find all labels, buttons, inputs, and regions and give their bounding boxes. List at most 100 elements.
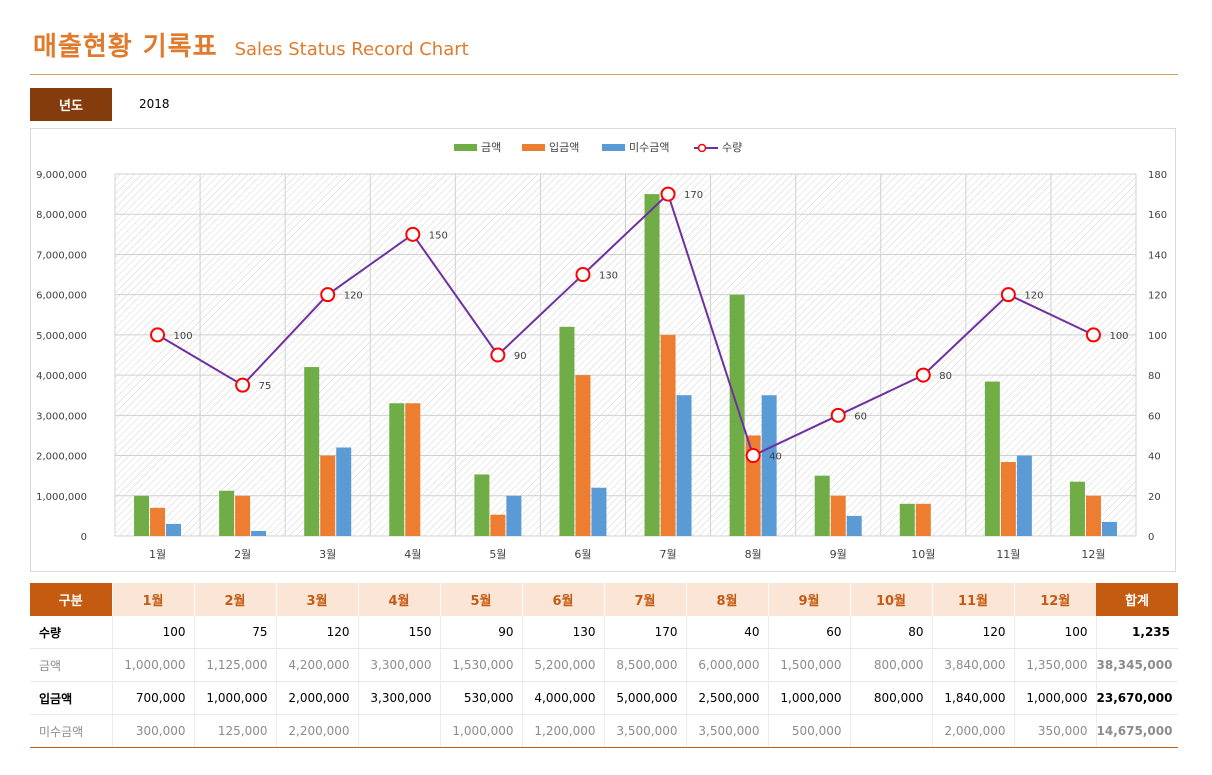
y-left-tick-label: 6,000,000 xyxy=(36,291,87,302)
table-cell: 3,500,000 xyxy=(685,714,768,748)
table-cell: 2,000,000 xyxy=(931,714,1014,748)
table-cell: 1,350,000 xyxy=(1013,648,1096,682)
bar-입금액 xyxy=(235,495,251,536)
data-label: 80 xyxy=(939,371,952,382)
x-tick-label: 7월 xyxy=(659,548,676,561)
sales-chart: 0 1,000,000 2,000,000 3,000,000 4,000,000 5,0… xyxy=(30,128,1176,572)
y-left-tick-label: 0 xyxy=(81,532,87,543)
table-cell: 1,000,000 xyxy=(1013,681,1096,715)
table-cell: 5,000,000 xyxy=(603,681,686,715)
y-left-tick-label: 7,000,000 xyxy=(36,250,87,261)
bar-입금액 xyxy=(575,375,591,536)
table-cell: 1,000,000 xyxy=(439,714,522,748)
bar-금액 xyxy=(814,475,830,536)
table-cell: 40 xyxy=(685,616,768,649)
x-tick-label: 10월 xyxy=(911,548,935,561)
table-cell: 75 xyxy=(193,616,276,649)
table-row: 미수금액 300,000 125,000 2,200,000 1,000,000 1,20… xyxy=(30,714,1178,748)
bar-금액 xyxy=(219,490,235,536)
y-right-tick-label: 40 xyxy=(1148,452,1161,463)
year-label: 년도 xyxy=(30,88,112,121)
table-corner-header: 구분 xyxy=(30,583,112,616)
y-right-tick-label: 60 xyxy=(1148,411,1161,422)
table-cell: 2,200,000 xyxy=(275,714,358,748)
data-label: 100 xyxy=(174,331,193,342)
year-value[interactable]: 2018 xyxy=(139,97,170,111)
line-point xyxy=(320,287,336,303)
month-header: 3월 xyxy=(275,583,358,616)
bar-입금액 xyxy=(1085,495,1101,536)
chart-canvas: 0 1,000,000 2,000,000 3,000,000 4,000,000 5,0… xyxy=(36,141,1167,561)
legend-marker xyxy=(697,143,707,153)
y-left-tick-label: 2,000,000 xyxy=(36,452,87,463)
bar-미수금액 xyxy=(846,515,862,536)
bar-입금액 xyxy=(830,495,846,536)
table-cell: 120 xyxy=(931,616,1014,649)
bar-금액 xyxy=(304,367,320,536)
table-cell: 1,125,000 xyxy=(193,648,276,682)
y-left-tick-label: 8,000,000 xyxy=(36,210,87,221)
line-point xyxy=(660,186,676,202)
data-label: 120 xyxy=(344,291,363,302)
line-point xyxy=(575,267,591,283)
data-label: 120 xyxy=(1024,291,1043,302)
month-header: 1월 xyxy=(111,583,194,616)
bar-금액 xyxy=(984,381,1000,536)
legend-swatch xyxy=(454,144,477,151)
bar-미수금액 xyxy=(1016,455,1032,536)
data-label: 170 xyxy=(684,190,703,201)
table-cell: 4,200,000 xyxy=(275,648,358,682)
x-tick-label: 4월 xyxy=(404,548,421,561)
row-total: 1,235 xyxy=(1095,616,1178,649)
sales-table: 구분 1월 2월 3월 4월 5월 6월 7월 8월 9월 10월 11월 12월 합계 수량 100 75 1… xyxy=(30,583,1178,748)
x-tick-label: 8월 xyxy=(745,548,762,561)
x-tick-label: 1월 xyxy=(149,548,166,561)
bar-금액 xyxy=(729,294,745,536)
legend-label: 입금액 xyxy=(549,141,579,154)
bar-금액 xyxy=(389,403,405,536)
table-row: 입금액 700,000 1,000,000 2,000,000 3,300,000 530… xyxy=(30,681,1178,715)
bar-금액 xyxy=(134,495,150,536)
row-total: 38,345,000 xyxy=(1095,648,1178,682)
table-row: 수량 100 75 120 150 90 130 170 40 60 80 120 100 1,235 xyxy=(30,616,1178,649)
bar-미수금액 xyxy=(251,530,267,536)
table-header-row: 구분 1월 2월 3월 4월 5월 6월 7월 8월 9월 10월 11월 12월 합계 xyxy=(30,583,1178,616)
bar-미수금액 xyxy=(761,395,777,536)
line-point xyxy=(235,377,251,393)
data-label: 100 xyxy=(1109,331,1128,342)
data-label: 90 xyxy=(514,351,527,362)
bar-금액 xyxy=(559,326,575,536)
table-cell: 125,000 xyxy=(193,714,276,748)
line-point xyxy=(150,327,166,343)
table-cell: 2,000,000 xyxy=(275,681,358,715)
x-tick-label: 3월 xyxy=(319,548,336,561)
table-cell: 60 xyxy=(767,616,850,649)
table-cell: 170 xyxy=(603,616,686,649)
y-left-tick-label: 3,000,000 xyxy=(36,411,87,422)
bar-미수금액 xyxy=(166,523,182,536)
month-header: 2월 xyxy=(193,583,276,616)
row-total: 14,675,000 xyxy=(1095,714,1178,748)
row-label: 입금액 xyxy=(30,681,112,715)
month-header: 8월 xyxy=(685,583,768,616)
bar-입금액 xyxy=(320,455,336,536)
bar-입금액 xyxy=(1000,461,1016,536)
table-cell: 1,530,000 xyxy=(439,648,522,682)
y-right-tick-label: 160 xyxy=(1148,210,1167,221)
table-cell: 1,000,000 xyxy=(111,648,194,682)
table-cell xyxy=(849,714,932,748)
title-divider xyxy=(30,74,1178,75)
table-cell: 530,000 xyxy=(439,681,522,715)
table-cell: 3,500,000 xyxy=(603,714,686,748)
page-title: 매출현황 기록표 xyxy=(33,32,218,62)
table-cell: 2,500,000 xyxy=(685,681,768,715)
data-label: 75 xyxy=(259,381,272,392)
month-header: 6월 xyxy=(521,583,604,616)
table-cell: 700,000 xyxy=(111,681,194,715)
data-label: 60 xyxy=(854,411,867,422)
bar-미수금액 xyxy=(1101,521,1117,536)
y-right-tick-label: 80 xyxy=(1148,371,1161,382)
y-right-tick-label: 140 xyxy=(1148,250,1167,261)
table-cell: 800,000 xyxy=(849,648,932,682)
bar-입금액 xyxy=(405,403,421,536)
